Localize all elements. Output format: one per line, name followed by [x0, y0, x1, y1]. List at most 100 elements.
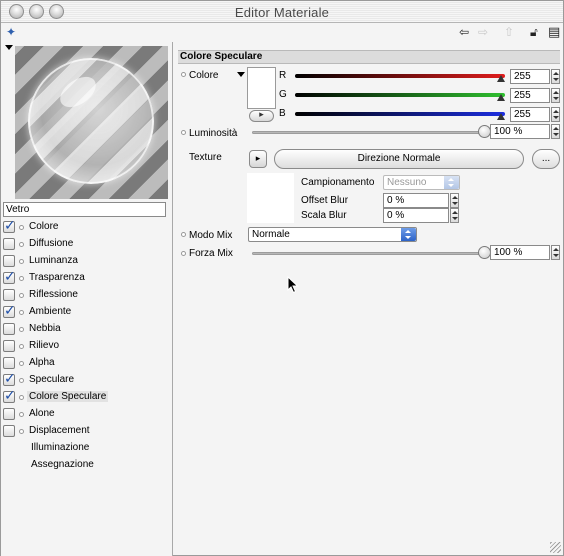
scale-blur-field[interactable]: 0 % [383, 208, 449, 223]
arrow-left-icon[interactable]: ⇦ [459, 25, 469, 39]
g-label: G [279, 89, 287, 100]
b-value-field[interactable]: 255 [510, 107, 550, 122]
brightness-slider[interactable] [252, 131, 484, 134]
channel-row[interactable]: Colore Speculare [1, 388, 172, 405]
r-value-field[interactable]: 255 [510, 69, 550, 84]
mouse-cursor-icon [287, 276, 299, 294]
channel-label: Diffusione [29, 238, 74, 249]
g-slider-thumb[interactable] [497, 94, 505, 101]
channel-checkbox[interactable] [3, 289, 15, 301]
b-slider[interactable] [295, 112, 505, 116]
color-menu-icon[interactable] [237, 72, 245, 77]
channel-anim-dot [19, 293, 24, 298]
texture-button[interactable]: Direzione Normale [274, 149, 524, 169]
title-bar[interactable]: Editor Materiale [1, 1, 563, 23]
channel-row[interactable]: Rilievo [1, 338, 172, 354]
toolbar: ✦ ⇦ ⇨ ⇧ 🔓︎ ▤ [1, 24, 563, 42]
mix-strength-label: Forza Mix [189, 248, 233, 259]
channel-row[interactable]: Luminanza [1, 253, 172, 269]
texture-menu-button[interactable]: ▸ [249, 150, 267, 168]
sampling-value: Nessuno [387, 177, 427, 188]
channel-anim-dot [19, 327, 24, 332]
channel-row[interactable]: Displacement [1, 423, 172, 439]
color-swatch[interactable] [247, 67, 276, 109]
brightness-anim-dot[interactable] [181, 130, 186, 135]
texture-label: Texture [189, 152, 222, 163]
channel-anim-dot [19, 361, 24, 366]
channel-settings: Colore Speculare Colore R 255 G 255 B 25… [174, 42, 564, 556]
r-slider-thumb[interactable] [497, 75, 505, 82]
resize-grip-icon[interactable] [550, 542, 561, 553]
color-expand-button[interactable] [249, 109, 274, 122]
arrow-up-icon[interactable]: ⇧ [504, 25, 514, 39]
color-label: Colore [189, 70, 219, 81]
channel-row[interactable]: Trasparenza [1, 269, 172, 286]
lock-icon[interactable]: 🔓︎ [530, 25, 538, 39]
channel-checkbox[interactable] [3, 218, 16, 234]
channel-row[interactable]: Ambiente [1, 303, 172, 320]
mix-mode-anim-dot[interactable] [181, 232, 186, 237]
channel-anim-dot [19, 259, 24, 264]
channel-row[interactable]: Assegnazione [1, 457, 172, 473]
channel-checkbox[interactable] [3, 425, 15, 437]
channel-checkbox[interactable] [3, 238, 15, 250]
layout-icon[interactable]: ▤ [548, 25, 560, 39]
r-slider[interactable] [295, 74, 505, 78]
section-title: Colore Speculare [178, 50, 560, 64]
b-stepper[interactable] [551, 107, 560, 122]
channel-anim-dot [19, 242, 24, 247]
channel-checkbox[interactable] [3, 357, 15, 369]
channel-row[interactable]: Nebbia [1, 321, 172, 337]
channel-checkbox[interactable] [3, 371, 16, 387]
channel-checkbox[interactable] [3, 340, 15, 352]
mix-strength-field[interactable]: 100 % [490, 245, 550, 260]
channel-anim-dot [19, 378, 24, 383]
mix-strength-slider[interactable] [252, 252, 484, 255]
channel-row[interactable]: Alpha [1, 355, 172, 371]
brightness-value-field[interactable]: 100 % [490, 124, 550, 139]
r-stepper[interactable] [551, 69, 560, 84]
channel-checkbox[interactable] [3, 255, 15, 267]
g-slider[interactable] [295, 93, 505, 97]
mix-mode-arrow-icon [401, 228, 416, 241]
channel-anim-dot [19, 344, 24, 349]
pin-icon[interactable]: ✦ [6, 25, 16, 39]
offset-blur-stepper[interactable] [450, 193, 459, 208]
preview-menu-icon[interactable] [5, 45, 13, 50]
brightness-stepper[interactable] [551, 124, 560, 139]
channel-checkbox[interactable] [3, 388, 16, 404]
material-name-field[interactable]: Vetro [3, 202, 166, 217]
offset-blur-field[interactable]: 0 % [383, 193, 449, 208]
editor-window: Editor Materiale ✦ ⇦ ⇨ ⇧ 🔓︎ ▤ Vetro Colo… [0, 0, 564, 556]
r-label: R [279, 70, 287, 81]
mix-strength-stepper[interactable] [551, 245, 560, 260]
channel-row[interactable]: Riflessione [1, 287, 172, 303]
channel-label: Colore [29, 221, 59, 232]
sampling-select[interactable]: Nessuno [383, 175, 460, 190]
channel-checkbox[interactable] [3, 303, 16, 319]
channel-checkbox[interactable] [3, 269, 16, 285]
mix-mode-label: Modo Mix [189, 230, 233, 241]
channel-row[interactable]: Diffusione [1, 236, 172, 252]
channel-label: Illuminazione [31, 442, 90, 453]
channel-row[interactable]: Illuminazione [1, 440, 172, 456]
mix-strength-anim-dot[interactable] [181, 251, 186, 256]
mix-mode-select[interactable]: Normale [248, 227, 417, 242]
channel-row[interactable]: Colore [1, 218, 172, 235]
channel-checkbox[interactable] [3, 323, 15, 335]
g-value-field[interactable]: 255 [510, 88, 550, 103]
scale-blur-stepper[interactable] [450, 208, 459, 223]
channel-label: Alpha [29, 357, 55, 368]
channel-checkbox[interactable] [3, 408, 15, 420]
channel-row[interactable]: Alone [1, 406, 172, 422]
material-preview[interactable] [15, 46, 168, 199]
b-slider-thumb[interactable] [497, 113, 505, 120]
g-stepper[interactable] [551, 88, 560, 103]
channel-row[interactable]: Speculare [1, 371, 172, 388]
color-anim-dot[interactable] [181, 72, 186, 77]
channel-label: Alone [29, 408, 55, 419]
texture-more-button[interactable]: ... [532, 149, 560, 169]
sphere-highlight [54, 70, 102, 114]
arrow-right-icon[interactable]: ⇨ [478, 25, 488, 39]
channel-anim-dot [19, 276, 24, 281]
